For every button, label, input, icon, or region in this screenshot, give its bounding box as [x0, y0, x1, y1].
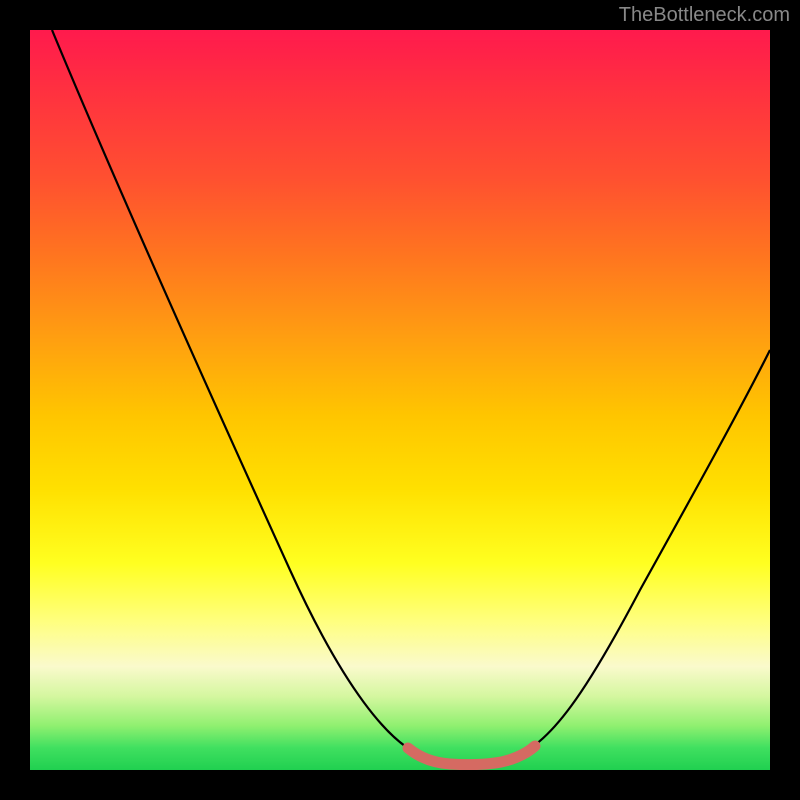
watermark-text: TheBottleneck.com [619, 4, 790, 27]
chart-plot-area [30, 30, 770, 770]
highlight-band-line [408, 746, 535, 765]
bottleneck-curve-line [52, 30, 770, 764]
chart-svg [30, 30, 770, 770]
